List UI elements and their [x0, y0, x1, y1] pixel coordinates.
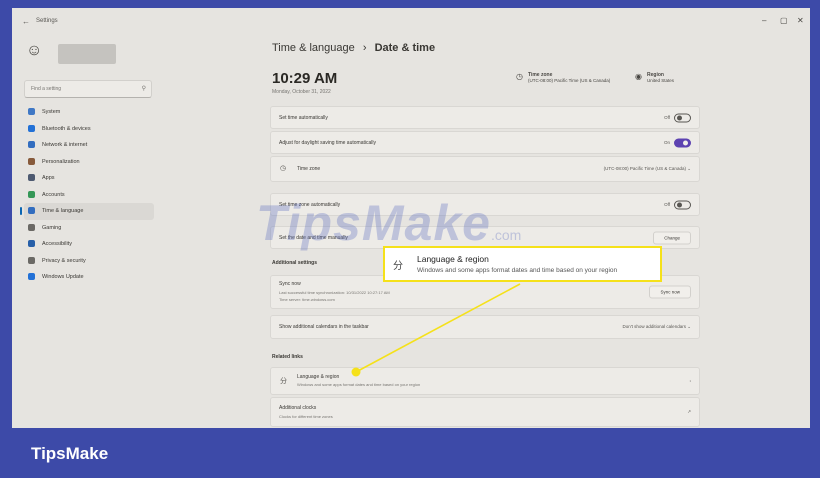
callout-language-region: 分 Language & region Windows and some app… [383, 246, 662, 282]
language-icon: 分 [393, 261, 403, 272]
callout-pointer [351, 283, 521, 377]
footer-banner: TipsMake [0, 428, 820, 478]
pointer-dot [351, 367, 361, 377]
pointer-line [355, 283, 521, 373]
footer-brand: TipsMake [31, 444, 109, 463]
callout-subtitle: Windows and some apps format dates and t… [417, 267, 618, 274]
callout-title: Language & region [417, 254, 489, 264]
